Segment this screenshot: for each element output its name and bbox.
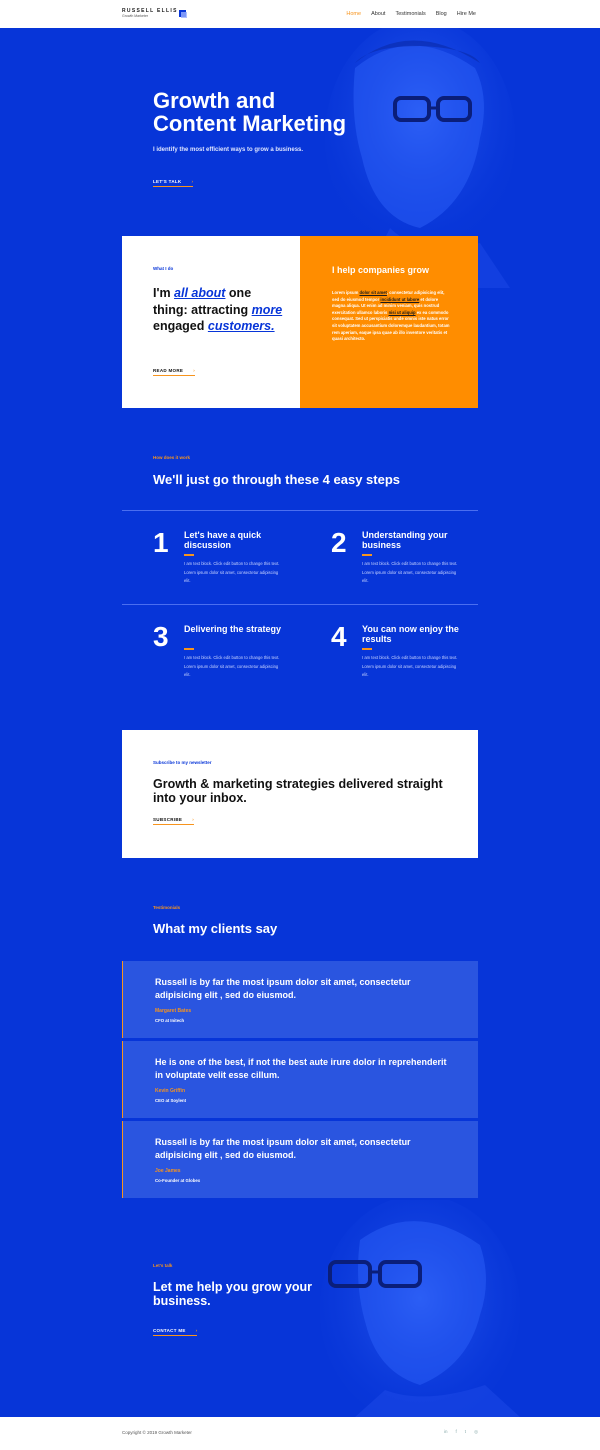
- step-number: 3: [153, 621, 169, 652]
- step-accent-bar: [362, 648, 372, 650]
- linkedin-icon[interactable]: in: [444, 1429, 448, 1435]
- step-title: Understanding your business: [362, 530, 448, 550]
- title-emphasis: all about: [174, 286, 226, 300]
- nav-item-hire-me[interactable]: Hire Me: [457, 10, 476, 18]
- hero-title-line1: Growth and: [153, 88, 276, 113]
- testimonial-quote: Russell is by far the most ipsum dolor s…: [155, 977, 411, 1000]
- help-text: Lorem ipsum dolor sit amet, consectetur …: [332, 290, 450, 343]
- arrow-right-icon: ›: [192, 817, 195, 822]
- site-footer: Copyright © 2019 Growth Marketer in f t …: [0, 1417, 600, 1450]
- social-links: in f t ◎: [444, 1429, 478, 1435]
- arrow-right-icon: ›: [191, 179, 194, 184]
- main-nav: Home About Testimonials Blog Hire Me: [346, 10, 476, 18]
- nav-item-home[interactable]: Home: [346, 10, 361, 18]
- testimonial-quote: Russell is by far the most ipsum dolor s…: [155, 1137, 411, 1160]
- step-text: I am text block. Click edit button to ch…: [184, 655, 280, 677]
- step-title: You can now enjoy the results: [362, 624, 459, 644]
- testimonial-role: CFO at Initech: [155, 1018, 185, 1023]
- brand-tagline: Growth Marketer: [122, 14, 149, 18]
- title-emphasis: more: [251, 302, 283, 317]
- what-i-do-title: I'm all about one thing: attracting more…: [153, 285, 283, 335]
- testimonials-title: What my clients say: [153, 921, 278, 936]
- testimonial-author: Joe James: [155, 1168, 181, 1174]
- testimonial-role: CEO at Soylent: [155, 1098, 187, 1103]
- lets-talk-label: LET'S TALK: [153, 179, 182, 184]
- divider: [122, 510, 478, 511]
- newsletter-eyebrow: Subscribe to my newsletter: [153, 760, 212, 765]
- nav-item-testimonials[interactable]: Testimonials: [395, 10, 425, 18]
- step-accent-bar: [184, 648, 194, 650]
- step-text: I am text block. Click edit button to ch…: [362, 561, 458, 583]
- twitter-icon[interactable]: t: [465, 1429, 466, 1435]
- instagram-icon[interactable]: ◎: [474, 1429, 478, 1435]
- testimonial-card: He is one of the best, if not the best a…: [122, 1041, 478, 1118]
- step-title: Let's have a quick discussion: [184, 530, 262, 550]
- testimonial-quote: He is one of the best, if not the best a…: [155, 1057, 447, 1080]
- testimonial-card: Russell is by far the most ipsum dolor s…: [122, 1121, 478, 1198]
- step-text: I am text block. Click edit button to ch…: [362, 655, 458, 677]
- hero-subtitle: I identify the most efficient ways to gr…: [153, 147, 304, 153]
- help-text-link[interactable]: incididunt ut labore: [380, 297, 419, 302]
- facebook-icon[interactable]: f: [456, 1429, 457, 1435]
- divider: [122, 604, 478, 605]
- step-accent-bar: [362, 554, 372, 556]
- subscribe-button[interactable]: SUBSCRIBE ›: [153, 817, 195, 825]
- help-text-link[interactable]: dolor sit amet: [359, 290, 386, 295]
- step-accent-bar: [184, 554, 194, 556]
- subscribe-label: SUBSCRIBE: [153, 817, 183, 822]
- testimonial-author: Kevin Griffin: [155, 1088, 186, 1094]
- help-title: I help companies grow: [332, 265, 430, 275]
- help-text-part: Lorem ipsum: [332, 290, 360, 295]
- read-more-label: READ MORE: [153, 368, 184, 373]
- title-part: I'm: [153, 286, 175, 300]
- step-number: 2: [331, 527, 347, 558]
- testimonial-role: Co-Founder at Globex: [155, 1178, 201, 1183]
- newsletter-title: Growth & marketing strategies delivered …: [153, 777, 443, 805]
- testimonial-card: Russell is by far the most ipsum dolor s…: [122, 961, 478, 1038]
- how-title: We'll just go through these 4 easy steps: [153, 472, 401, 487]
- help-text-link[interactable]: nisi ut aliquip: [389, 310, 416, 315]
- contact-me-button[interactable]: CONTACT ME ›: [153, 1328, 198, 1336]
- read-more-button[interactable]: READ MORE ›: [153, 368, 196, 376]
- lets-talk-eyebrow: Let's talk: [153, 1263, 173, 1268]
- brand-logo[interactable]: RUSSELL ELLIS Growth Marketer: [122, 8, 187, 19]
- copyright-text: Copyright © 2019 Growth Marketer: [122, 1430, 192, 1435]
- step-title: Delivering the strategy: [184, 624, 282, 634]
- how-eyebrow: How does it work: [153, 455, 191, 460]
- step-text: I am text block. Click edit button to ch…: [184, 561, 280, 583]
- hero-title-line2: Content Marketing: [153, 111, 347, 136]
- contact-portrait-image: [300, 1200, 520, 1417]
- title-emphasis: customers.: [207, 319, 275, 333]
- testimonial-author: Margaret Bates: [155, 1008, 192, 1014]
- what-i-do-eyebrow: What I do: [153, 266, 174, 271]
- lets-talk-title: Let me help you grow your business.: [153, 1280, 313, 1308]
- title-part: engaged: [153, 319, 208, 333]
- testimonials-eyebrow: Testimonials: [153, 905, 181, 910]
- arrow-right-icon: ›: [193, 368, 196, 373]
- site-header: RUSSELL ELLIS Growth Marketer Home About…: [0, 0, 600, 28]
- lets-talk-button[interactable]: LET'S TALK ›: [153, 179, 194, 187]
- step-number: 4: [331, 621, 347, 652]
- contact-me-label: CONTACT ME: [153, 1328, 186, 1333]
- nav-item-about[interactable]: About: [371, 10, 385, 18]
- hero-title: Growth and Content Marketing: [153, 89, 453, 135]
- nav-item-blog[interactable]: Blog: [436, 10, 447, 18]
- arrow-right-icon: ›: [195, 1328, 198, 1333]
- step-number: 1: [153, 527, 169, 558]
- brand-mark-icon: [179, 10, 187, 18]
